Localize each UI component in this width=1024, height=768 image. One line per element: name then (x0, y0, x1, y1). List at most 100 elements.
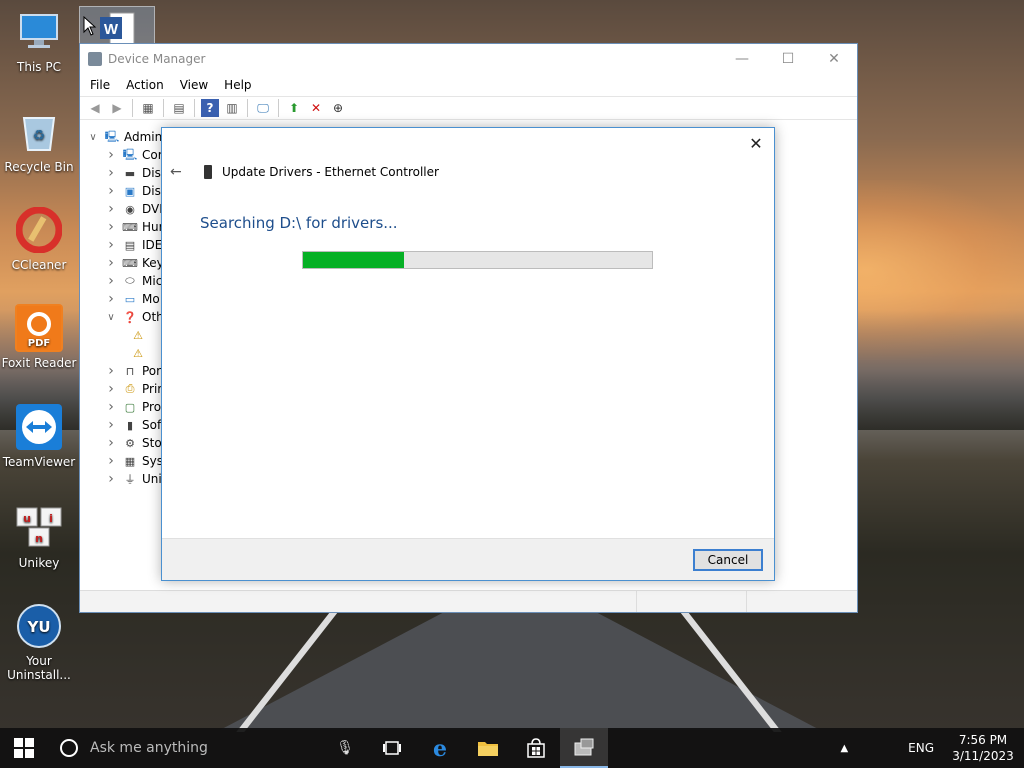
dialog-close-button[interactable]: ✕ (746, 134, 766, 154)
usb-icon: ⏚ (124, 473, 136, 486)
desktop-icon-unikey[interactable]: u in Unikey (0, 504, 78, 570)
dialog-title: Update Drivers - Ethernet Controller (222, 165, 439, 179)
uninstall-device-icon[interactable]: ✕ (307, 99, 325, 117)
chevron-right-icon[interactable]: › (104, 255, 118, 271)
update-drivers-dialog[interactable]: ✕ ← Update Drivers - Ethernet Controller… (161, 127, 775, 581)
status-pane (637, 591, 747, 612)
desktop-icon-ccleaner[interactable]: CCleaner (0, 206, 78, 272)
back-arrow-icon[interactable]: ◀ (86, 99, 104, 117)
properties-icon[interactable]: ▤ (170, 99, 188, 117)
clock-date: 3/11/2023 (952, 749, 1014, 763)
minimize-button[interactable]: — (719, 44, 765, 74)
tree-node-label: IDE (142, 238, 163, 252)
menu-view[interactable]: View (180, 78, 208, 92)
device-manager-app-icon (88, 52, 102, 66)
back-arrow-button[interactable]: ← (170, 164, 186, 180)
mouse-cursor-icon (83, 16, 97, 36)
desktop-icon-your-uninstaller[interactable]: YU Your Uninstall... (0, 602, 78, 682)
desktop-icon-teamviewer[interactable]: TeamViewer (0, 403, 78, 469)
chevron-down-icon[interactable]: ∨ (104, 312, 118, 323)
chevron-right-icon[interactable]: › (104, 201, 118, 217)
cancel-button[interactable]: Cancel (693, 549, 763, 571)
task-view-button[interactable] (368, 728, 416, 768)
desktop-icon-foxit-reader[interactable]: PDF Foxit Reader (0, 304, 78, 370)
monitor-icon: ▭ (124, 292, 136, 306)
tree-node-label: Por (142, 364, 162, 378)
chevron-right-icon[interactable]: › (104, 237, 118, 253)
start-button[interactable] (0, 728, 48, 768)
menu-action[interactable]: Action (126, 78, 164, 92)
other-devices-icon: ❓ (123, 310, 137, 324)
chevron-right-icon[interactable]: › (104, 183, 118, 199)
desktop-icon-label: This PC (17, 60, 61, 74)
mouse-icon: ⬭ (125, 274, 135, 287)
taskbar-edge[interactable]: e (416, 728, 464, 768)
ccleaner-icon (15, 206, 63, 254)
help-icon[interactable]: ? (201, 99, 219, 117)
desktop-icon-recycle-bin[interactable]: ♻ Recycle Bin (0, 108, 78, 174)
warning-device-icon: ⚠ (133, 346, 143, 360)
tree-node-label: Sto (142, 436, 162, 450)
tree-node-label: Prir (142, 382, 163, 396)
taskbar: Ask me anything 🎙 e ▲ ENG 7:56 PM 3/11/2… (0, 728, 1024, 768)
chevron-right-icon[interactable]: › (104, 381, 118, 397)
chevron-right-icon[interactable]: › (104, 165, 118, 181)
taskbar-file-explorer[interactable] (464, 728, 512, 768)
scan-hardware-icon[interactable]: 🖵 (254, 99, 272, 117)
maximize-button[interactable]: ☐ (765, 44, 811, 74)
chevron-right-icon[interactable]: › (104, 273, 118, 289)
folder-icon (478, 742, 498, 756)
display-adapter-icon: ▣ (124, 184, 136, 198)
toolbar: ◀ ▶ ▦ ▤ ? ▥ 🖵 ⬆ ✕ ⊕ (80, 96, 857, 120)
dialog-header: ← Update Drivers - Ethernet Controller (170, 164, 439, 180)
svg-text:♻: ♻ (33, 128, 46, 144)
cortana-search-box[interactable]: Ask me anything 🎙 (48, 728, 368, 768)
software-device-icon: ▮ (126, 418, 134, 432)
menu-file[interactable]: File (90, 78, 110, 92)
tree-node-label: Sof (142, 418, 162, 432)
status-pane (80, 591, 637, 612)
toolbar-separator (278, 99, 279, 117)
processor-icon: ▢ (124, 400, 136, 414)
microphone-icon[interactable]: 🎙 (336, 740, 354, 756)
system-tray: ▲ ENG 7:56 PM 3/11/2023 (840, 728, 1024, 768)
chevron-right-icon[interactable]: › (104, 417, 118, 433)
progress-fill (303, 252, 405, 268)
chevron-right-icon[interactable]: › (104, 435, 118, 451)
tree-node-label: Mo (142, 292, 160, 306)
svg-text:n: n (35, 532, 43, 545)
update-driver-icon[interactable]: ⬆ (285, 99, 303, 117)
taskbar-device-manager[interactable] (560, 728, 608, 768)
chevron-right-icon[interactable]: › (104, 291, 118, 307)
toolbar-separator (132, 99, 133, 117)
taskbar-store[interactable] (512, 728, 560, 768)
status-bar (80, 590, 857, 612)
chevron-right-icon[interactable]: › (104, 147, 118, 163)
tree-node-label: Pro (142, 400, 162, 414)
action-pane-icon[interactable]: ▥ (223, 99, 241, 117)
desktop-icon-this-pc[interactable]: This PC (0, 8, 78, 74)
toolbar-separator (163, 99, 164, 117)
chevron-right-icon[interactable]: › (104, 219, 118, 235)
menu-help[interactable]: Help (224, 78, 251, 92)
device-manager-titlebar[interactable]: Device Manager — ☐ ✕ (80, 44, 857, 74)
desktop-icon-label: Foxit Reader (1, 356, 77, 370)
search-placeholder: Ask me anything (90, 740, 208, 756)
show-hide-console-tree-icon[interactable]: ▦ (139, 99, 157, 117)
dialog-footer: Cancel (162, 538, 774, 580)
chevron-right-icon[interactable]: › (104, 363, 118, 379)
disable-device-icon[interactable]: ⊕ (329, 99, 347, 117)
input-language-indicator[interactable]: ENG (908, 741, 934, 755)
chevron-right-icon[interactable]: › (104, 471, 118, 487)
show-hidden-icons-button[interactable]: ▲ (840, 743, 848, 754)
chevron-down-icon[interactable]: ∨ (86, 132, 100, 143)
word-icon: W (100, 12, 135, 46)
system-devices-icon: ▦ (124, 454, 136, 468)
chevron-right-icon[interactable]: › (104, 399, 118, 415)
chevron-right-icon[interactable]: › (104, 453, 118, 469)
teamviewer-icon (15, 403, 63, 451)
clock-time: 7:56 PM (958, 733, 1008, 747)
forward-arrow-icon[interactable]: ▶ (108, 99, 126, 117)
close-window-button[interactable]: ✕ (811, 44, 857, 74)
clock[interactable]: 7:56 PM 3/11/2023 (948, 732, 1018, 764)
